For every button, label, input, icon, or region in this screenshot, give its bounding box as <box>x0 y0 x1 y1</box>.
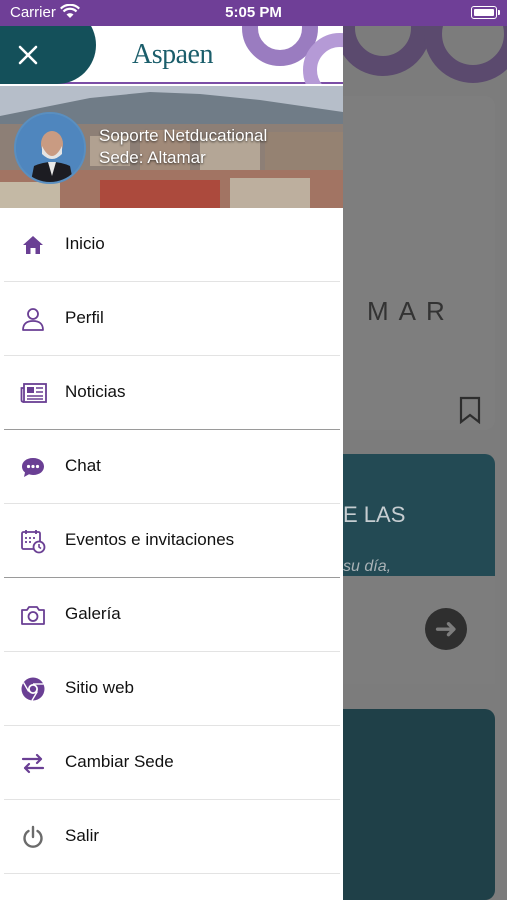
battery-icon <box>471 6 500 19</box>
profile-banner: Soporte Netducational Sede: Altamar <box>0 86 343 208</box>
background-card[interactable]: E LAS su día, ➜ <box>343 454 495 684</box>
menu-item-label: Inicio <box>65 234 105 253</box>
menu-item-inicio[interactable]: Inicio <box>4 208 340 282</box>
menu-item-chat[interactable]: Chat <box>4 430 340 504</box>
side-drawer: Aspaen Soporte Netducational Sede: Altam… <box>0 26 343 900</box>
logo: Aspaen <box>132 39 213 70</box>
menu-item-label: Noticias <box>65 382 126 401</box>
decorative-rings <box>242 26 343 84</box>
user-site: Sede: Altamar <box>99 148 206 167</box>
person-icon <box>20 306 46 332</box>
card-footer: ➜ <box>343 576 495 684</box>
home-icon <box>20 232 46 258</box>
avatar[interactable] <box>14 112 86 184</box>
bookmark-icon[interactable] <box>459 396 481 429</box>
menu-item-sitio-web[interactable]: Sitio web <box>4 652 340 726</box>
menu-item-cambiar-sede[interactable]: Cambiar Sede <box>4 726 340 800</box>
drawer-header: Aspaen <box>0 26 343 84</box>
clock: 5:05 PM <box>225 4 282 21</box>
menu-item-galeria[interactable]: Galería <box>4 578 340 652</box>
menu-item-label: Sitio web <box>65 678 134 697</box>
menu-item-label: Salir <box>65 826 100 845</box>
menu-item-label: Chat <box>65 456 101 475</box>
menu-item-eventos[interactable]: Eventos e invitaciones <box>4 504 340 578</box>
background-content: MAR E LAS su día, ➜ <box>343 26 507 900</box>
menu-item-perfil[interactable]: Perfil <box>4 282 340 356</box>
menu-item-label: Perfil <box>65 308 104 327</box>
menu-item-salir[interactable]: Salir <box>4 800 340 874</box>
power-icon <box>20 824 46 850</box>
menu-item-label: Galería <box>65 604 121 623</box>
card-title: MAR <box>367 296 455 326</box>
chat-icon <box>20 454 46 480</box>
user-name: Soporte Netducational <box>99 126 268 145</box>
decorative-rings <box>343 26 507 83</box>
card-title: E LAS <box>343 502 406 527</box>
background-card[interactable]: MAR <box>343 96 495 430</box>
status-bar: Carrier 5:05 PM <box>0 0 507 26</box>
menu-item-noticias[interactable]: Noticias <box>4 356 340 430</box>
background-card[interactable] <box>343 709 495 900</box>
chrome-icon <box>20 676 46 702</box>
camera-icon <box>20 602 46 628</box>
swap-icon <box>20 750 46 776</box>
card-subtitle: su día, <box>343 558 392 575</box>
arrow-right-icon[interactable]: ➜ <box>425 608 467 650</box>
menu-item-label: Eventos e invitaciones <box>65 530 235 549</box>
calendar-icon <box>20 528 46 554</box>
menu-item-label: Cambiar Sede <box>65 752 174 771</box>
newspaper-icon <box>20 380 47 406</box>
close-button[interactable] <box>12 39 44 71</box>
drawer-menu: Inicio Perfil Noticias Chat Eventos e in… <box>0 208 343 874</box>
close-icon <box>18 45 38 65</box>
